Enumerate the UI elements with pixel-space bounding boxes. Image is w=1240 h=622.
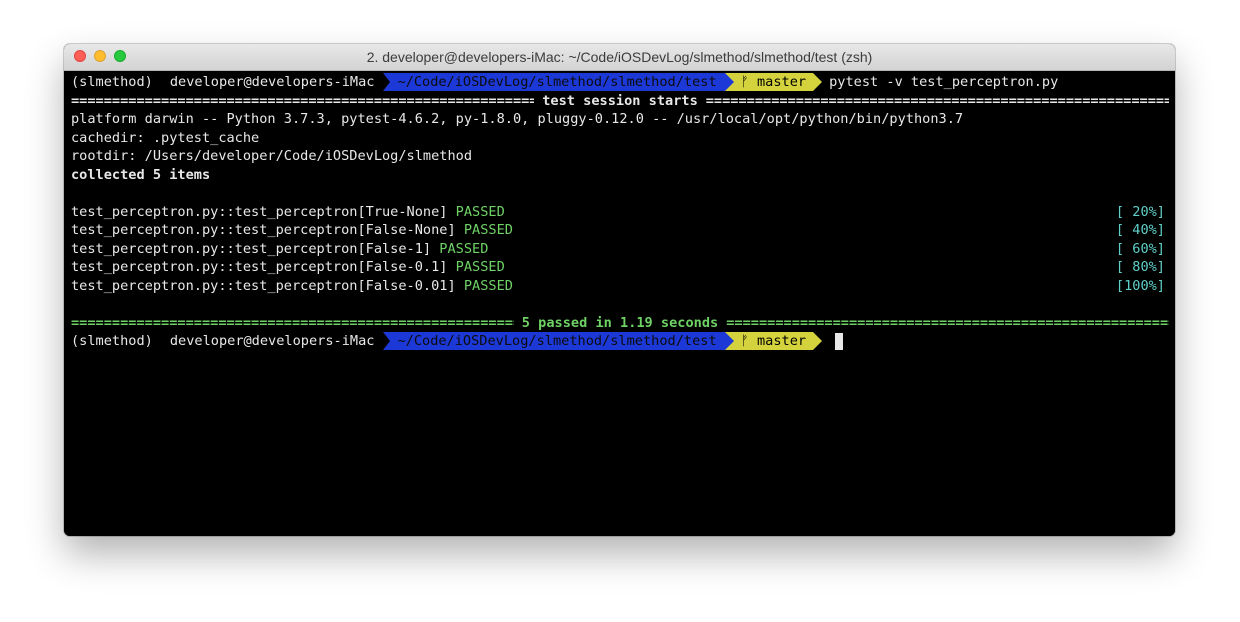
cachedir-line: cachedir: .pytest_cache — [71, 129, 260, 146]
test-name: test_perceptron.py::test_perceptron[Fals… — [71, 277, 456, 294]
prompt-path-segment: ~/Code/iOSDevLog/slmethod/slmethod/test — [383, 332, 725, 351]
test-result: test_perceptron.py::test_perceptron[Fals… — [71, 221, 513, 240]
test-result: test_perceptron.py::test_perceptron[Fals… — [71, 277, 513, 296]
prompt-path: ~/Code/iOSDevLog/slmethod/slmethod/test — [397, 333, 717, 350]
prompt-path: ~/Code/iOSDevLog/slmethod/slmethod/test — [397, 74, 717, 91]
terminal-content[interactable]: (slmethod) developer@developers-iMac ~/C… — [64, 71, 1175, 536]
test-status: PASSED — [463, 277, 513, 294]
test-result: test_perceptron.py::test_perceptron[True… — [71, 203, 505, 222]
test-result-row: test_perceptron.py::test_perceptron[Fals… — [71, 277, 1169, 296]
test-progress: [ 60%] — [1115, 240, 1165, 257]
title-bar: 2. developer@developers-iMac: ~/Code/iOS… — [64, 44, 1175, 71]
rule-left — [71, 92, 534, 111]
prompt-user-host: developer@developers-iMac — [169, 333, 375, 350]
window-title: 2. developer@developers-iMac: ~/Code/iOS… — [366, 49, 873, 65]
test-result-row: test_perceptron.py::test_perceptron[Fals… — [71, 221, 1169, 240]
prompt-user-host: developer@developers-iMac — [169, 74, 375, 91]
test-name: test_perceptron.py::test_perceptron[True… — [71, 203, 448, 220]
prompt-branch: master — [756, 74, 807, 91]
text-cursor[interactable] — [835, 332, 844, 350]
test-status: PASSED — [463, 222, 513, 238]
test-result: test_perceptron.py::test_perceptron[Fals… — [71, 240, 488, 259]
summary-rule: 5 passed in 1.19 seconds — [71, 314, 1169, 333]
test-progress: [ 40%] — [1115, 222, 1165, 238]
test-name: test_perceptron.py::test_perceptron[Fals… — [71, 240, 432, 257]
collected-line: collected 5 items — [71, 166, 211, 183]
rule-right — [726, 314, 1169, 333]
git-branch-icon: ᚠ — [740, 74, 749, 91]
prompt-path-segment: ~/Code/iOSDevLog/slmethod/slmethod/test — [383, 73, 725, 92]
test-result: test_perceptron.py::test_perceptron[Fals… — [71, 258, 505, 277]
test-result-row: test_perceptron.py::test_perceptron[True… — [71, 203, 1169, 222]
git-branch-icon: ᚠ — [740, 333, 749, 350]
shell-prompt: (slmethod) developer@developers-iMac ~/C… — [71, 332, 1169, 351]
test-progress: [ 20%] — [1115, 203, 1165, 220]
test-status: PASSED — [455, 203, 505, 220]
prompt-venv: (slmethod) — [71, 74, 153, 91]
prompt-git-segment: ᚠ master — [724, 332, 823, 351]
test-progress: [ 80%] — [1115, 259, 1165, 275]
platform-line: platform darwin -- Python 3.7.3, pytest-… — [71, 111, 964, 127]
test-status: PASSED — [439, 240, 489, 257]
test-name: test_perceptron.py::test_perceptron[Fals… — [71, 259, 448, 275]
entered-command: pytest -v test_perceptron.py — [829, 74, 1059, 91]
prompt-venv: (slmethod) — [71, 333, 153, 350]
test-result-row: test_perceptron.py::test_perceptron[Fals… — [71, 240, 1169, 259]
test-progress: [100%] — [1115, 277, 1165, 294]
terminal-window: 2. developer@developers-iMac: ~/Code/iOS… — [64, 44, 1175, 536]
shell-prompt: (slmethod) developer@developers-iMac ~/C… — [71, 73, 1169, 92]
session-header-rule: test session starts — [71, 92, 1169, 111]
test-name: test_perceptron.py::test_perceptron[Fals… — [71, 222, 456, 238]
prompt-branch: master — [756, 333, 807, 350]
session-header: test session starts — [542, 92, 698, 109]
rootdir-line: rootdir: /Users/developer/Code/iOSDevLog… — [71, 148, 473, 164]
test-status: PASSED — [455, 259, 505, 275]
rule-left — [71, 314, 514, 333]
rule-right — [706, 92, 1169, 111]
test-summary: 5 passed in 1.19 seconds — [521, 314, 719, 331]
test-result-row: test_perceptron.py::test_perceptron[Fals… — [71, 258, 1169, 277]
prompt-git-segment: ᚠ master — [724, 73, 823, 92]
